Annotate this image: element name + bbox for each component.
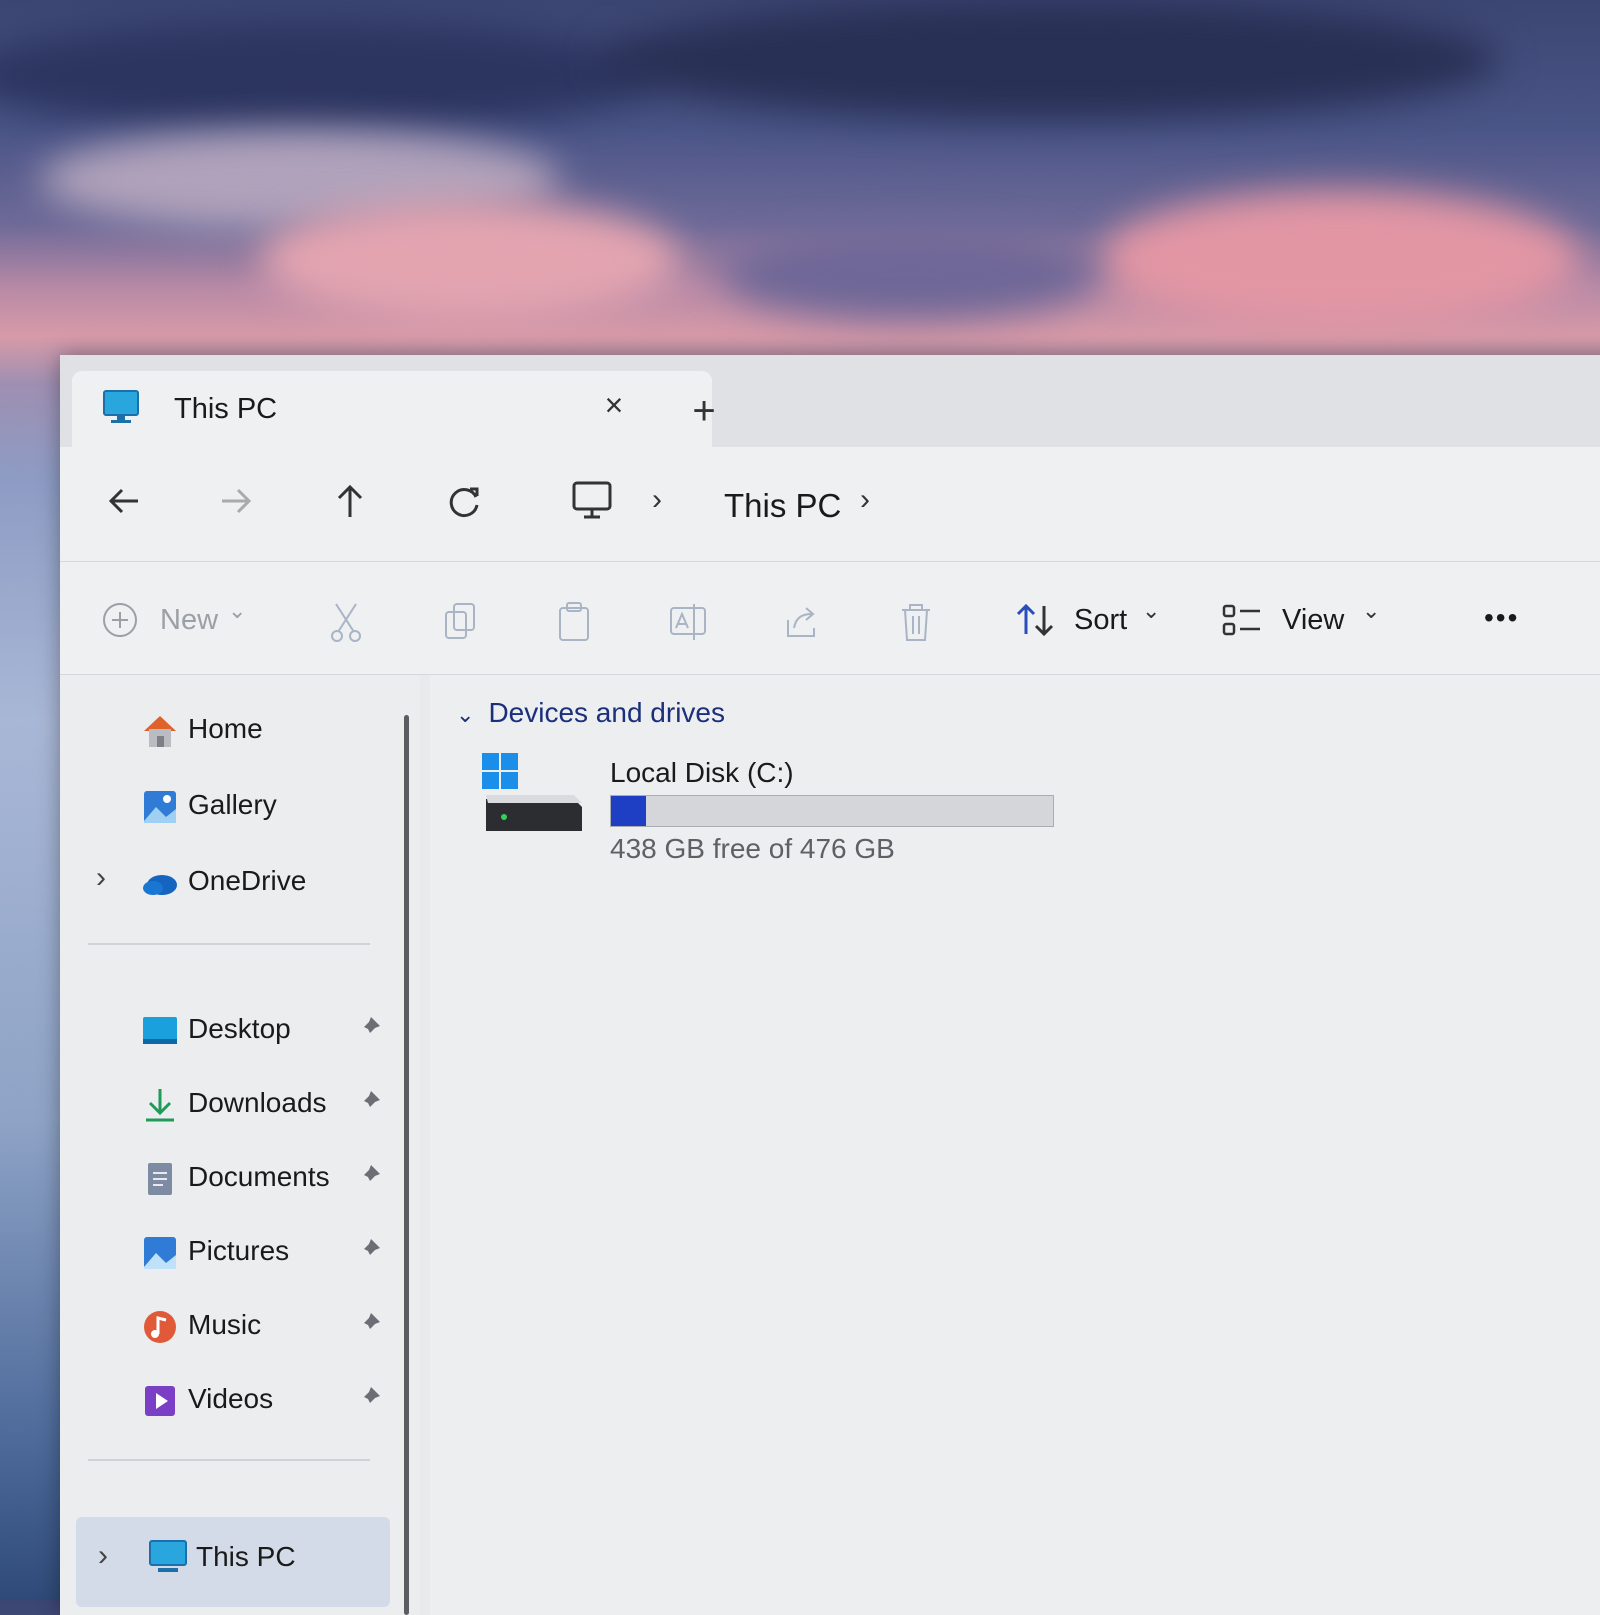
refresh-icon[interactable] (440, 477, 488, 525)
pin-icon[interactable] (356, 1385, 382, 1411)
cut-icon[interactable] (326, 600, 366, 644)
sort-button[interactable]: Sort ⌄ (1014, 598, 1160, 645)
group-header[interactable]: ⌄ Devices and drives (456, 697, 725, 729)
content-pane: ⌄ Devices and drives Local Disk (C:) 438 … (430, 675, 1600, 1615)
sidebar-label: Downloads (188, 1087, 327, 1118)
chevron-right-icon[interactable]: › (96, 861, 106, 895)
pin-icon[interactable] (356, 1311, 382, 1337)
new-label: New (160, 604, 219, 636)
sidebar-divider (88, 1459, 370, 1461)
drive-usage-bar (610, 795, 1054, 827)
desktop-icon (143, 1017, 177, 1044)
monitor-icon (103, 390, 139, 423)
group-header-label: Devices and drives (488, 697, 725, 728)
sidebar-label: Videos (188, 1383, 274, 1414)
breadcrumb-location[interactable]: This PC (724, 487, 841, 525)
more-options-button[interactable]: ••• (1484, 602, 1519, 634)
videos-icon (145, 1386, 175, 1416)
tab-bar: This PC × + (60, 355, 1600, 447)
back-arrow-icon[interactable] (100, 477, 148, 525)
sidebar-label: Pictures (188, 1235, 290, 1266)
drive-usage-fill (611, 796, 647, 826)
pictures-icon (144, 1237, 176, 1269)
breadcrumb-separator[interactable]: › (652, 483, 662, 517)
view-button[interactable]: View ⌄ (1220, 598, 1380, 645)
sidebar-label: This PC (196, 1541, 296, 1572)
copy-icon[interactable] (440, 600, 480, 644)
view-layout-icon (1222, 604, 1260, 636)
pin-icon[interactable] (356, 1237, 382, 1263)
sidebar-label: Documents (188, 1161, 330, 1192)
delete-icon[interactable] (896, 600, 936, 644)
sidebar-item-documents[interactable]: Documents (60, 1147, 410, 1207)
share-icon[interactable] (782, 600, 822, 644)
chevron-down-icon: ⌄ (1142, 598, 1161, 623)
rename-icon[interactable] (668, 600, 708, 644)
drive-free-space: 438 GB free of 476 GB (610, 833, 895, 864)
sidebar-item-home[interactable]: Home (60, 699, 410, 759)
pin-icon[interactable] (356, 1015, 382, 1041)
command-bar: New ⌄ Sort ⌄ View ⌄ ••• (60, 562, 1600, 675)
plus-circle-icon (103, 603, 137, 637)
sidebar-scrollbar[interactable] (404, 715, 409, 1615)
sidebar-item-videos[interactable]: Videos (60, 1369, 410, 1429)
chevron-down-icon: ⌄ (228, 598, 247, 623)
view-label: View (1282, 604, 1345, 636)
chevron-right-icon[interactable]: › (98, 1539, 108, 1573)
tab-this-pc[interactable]: This PC × (72, 371, 712, 447)
sort-arrows-icon (1016, 603, 1054, 637)
tab-title: This PC (174, 393, 278, 425)
sidebar-item-music[interactable]: Music (60, 1295, 410, 1355)
breadcrumb-separator[interactable]: › (860, 483, 870, 517)
chevron-down-icon: ⌄ (1362, 598, 1381, 623)
downloads-icon (146, 1089, 174, 1122)
pin-icon[interactable] (356, 1089, 382, 1115)
sidebar-label: Music (188, 1309, 262, 1340)
paste-icon[interactable] (554, 600, 594, 644)
close-tab-button[interactable]: × (594, 385, 634, 425)
onedrive-icon (143, 875, 177, 895)
drive-name: Local Disk (C:) (610, 757, 794, 788)
sidebar-divider (88, 943, 370, 945)
pin-icon[interactable] (356, 1163, 382, 1189)
new-tab-button[interactable]: + (682, 389, 726, 433)
documents-icon (148, 1163, 172, 1195)
sidebar-label: Home (188, 713, 263, 744)
sidebar-label: Gallery (188, 789, 277, 820)
breadcrumb-pc-icon[interactable] (570, 479, 614, 523)
navigation-pane: Home Gallery › OneDrive Desktop Download… (60, 675, 420, 1615)
forward-arrow-icon[interactable] (212, 477, 260, 525)
gallery-icon (144, 791, 176, 823)
up-arrow-icon[interactable] (326, 477, 374, 525)
navigation-bar: › This PC › (60, 447, 1600, 562)
music-icon (144, 1311, 176, 1343)
sidebar-label: OneDrive (188, 865, 307, 896)
sort-label: Sort (1074, 604, 1128, 636)
sidebar-item-pictures[interactable]: Pictures (60, 1221, 410, 1281)
chevron-down-icon: ⌄ (456, 702, 475, 727)
sidebar-item-downloads[interactable]: Downloads (60, 1073, 410, 1133)
monitor-icon (149, 1540, 187, 1572)
sidebar-item-this-pc[interactable]: › This PC (76, 1517, 390, 1607)
drive-icon (482, 753, 582, 831)
home-icon (144, 716, 176, 747)
file-explorer-window: This PC × + › This PC › New ⌄ Sort ⌄ Vie… (60, 355, 1600, 1615)
new-button[interactable]: New ⌄ (100, 598, 246, 645)
sidebar-item-onedrive[interactable]: › OneDrive (60, 851, 410, 911)
sidebar-item-gallery[interactable]: Gallery (60, 775, 410, 835)
sidebar-label: Desktop (188, 1013, 291, 1044)
sidebar-item-desktop[interactable]: Desktop (60, 999, 410, 1059)
